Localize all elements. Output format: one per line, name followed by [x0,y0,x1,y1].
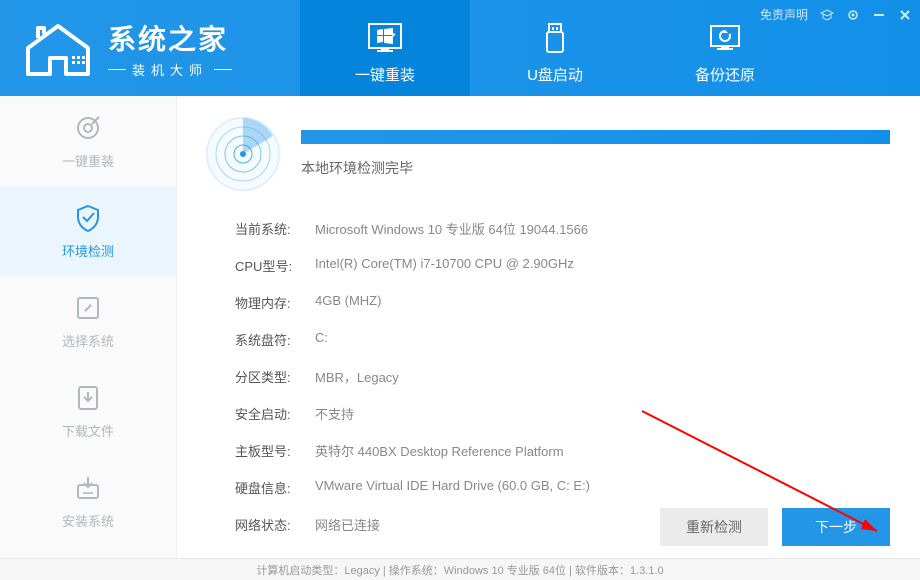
install-icon [73,473,103,503]
scan-status: 本地环境检测完毕 [301,158,890,178]
windows-icon [363,20,407,56]
tab-label: 备份还原 [695,64,755,85]
window-controls: 免责声明 [760,6,912,23]
button-row: 重新检测 下一步 [660,508,890,546]
disclaimer-link[interactable]: 免责声明 [760,6,808,23]
backup-icon [703,20,747,56]
tab-label: U盘启动 [527,64,583,85]
logo-area: 系统之家 装机大师 [0,18,300,79]
sidebar-item-selectsys[interactable]: 选择系统 [0,276,176,366]
radar-icon [205,116,281,192]
tab-usb[interactable]: U盘启动 [470,0,640,96]
sidebar-label: 环境检测 [62,241,114,260]
sidebar-item-reinstall[interactable]: 一键重装 [0,96,176,186]
sidebar: 一键重装 环境检测 选择系统 下载文件 安装系统 [0,96,177,558]
info-row: CPU型号:Intel(R) Core(TM) i7-10700 CPU @ 2… [235,247,890,284]
sidebar-label: 下载文件 [62,421,114,440]
progress-bar [301,130,890,144]
shield-icon [73,203,103,233]
info-row: 分区类型:MBR，Legacy [235,358,890,395]
recheck-button[interactable]: 重新检测 [660,508,768,546]
target-icon [73,113,103,143]
sidebar-label: 安装系统 [62,511,114,530]
tab-reinstall[interactable]: 一键重装 [300,0,470,96]
footer: 计算机启动类型：Legacy | 操作系统：Windows 10 专业版 64位… [0,558,920,580]
info-row: 硬盘信息:VMware Virtual IDE Hard Drive (60.0… [235,469,890,506]
sidebar-item-envcheck[interactable]: 环境检测 [0,186,176,276]
download-icon [73,383,103,413]
header: 系统之家 装机大师 一键重装 U盘启动 备份还原 免责声明 [0,0,920,96]
scan-row: 本地环境检测完毕 [205,116,890,192]
info-row: 物理内存:4GB (MHZ) [235,284,890,321]
footer-text: 计算机启动类型：Legacy | 操作系统：Windows 10 专业版 64位… [256,562,663,578]
info-table: 当前系统:Microsoft Windows 10 专业版 64位 19044.… [235,210,890,543]
select-icon [73,293,103,323]
sidebar-item-install[interactable]: 安装系统 [0,456,176,546]
tab-label: 一键重装 [355,64,415,85]
usb-icon [533,20,577,56]
sidebar-label: 选择系统 [62,331,114,350]
sidebar-label: 一键重装 [62,151,114,170]
close-icon[interactable] [898,8,912,22]
next-button[interactable]: 下一步 [782,508,890,546]
info-row: 主板型号:英特尔 440BX Desktop Reference Platfor… [235,432,890,469]
info-row: 系统盘符:C: [235,321,890,358]
logo-title: 系统之家 [108,18,232,58]
top-tabs: 一键重装 U盘启动 备份还原 [300,0,810,96]
body: 一键重装 环境检测 选择系统 下载文件 安装系统 [0,96,920,558]
settings-icon[interactable] [846,8,860,22]
graduation-icon[interactable] [820,8,834,22]
logo-icon [18,18,98,78]
logo-subtitle: 装机大师 [108,60,232,79]
info-row: 当前系统:Microsoft Windows 10 专业版 64位 19044.… [235,210,890,247]
sidebar-item-download[interactable]: 下载文件 [0,366,176,456]
info-row: 安全启动:不支持 [235,395,890,432]
minimize-icon[interactable] [872,8,886,22]
main-content: 本地环境检测完毕 当前系统:Microsoft Windows 10 专业版 6… [177,96,920,558]
